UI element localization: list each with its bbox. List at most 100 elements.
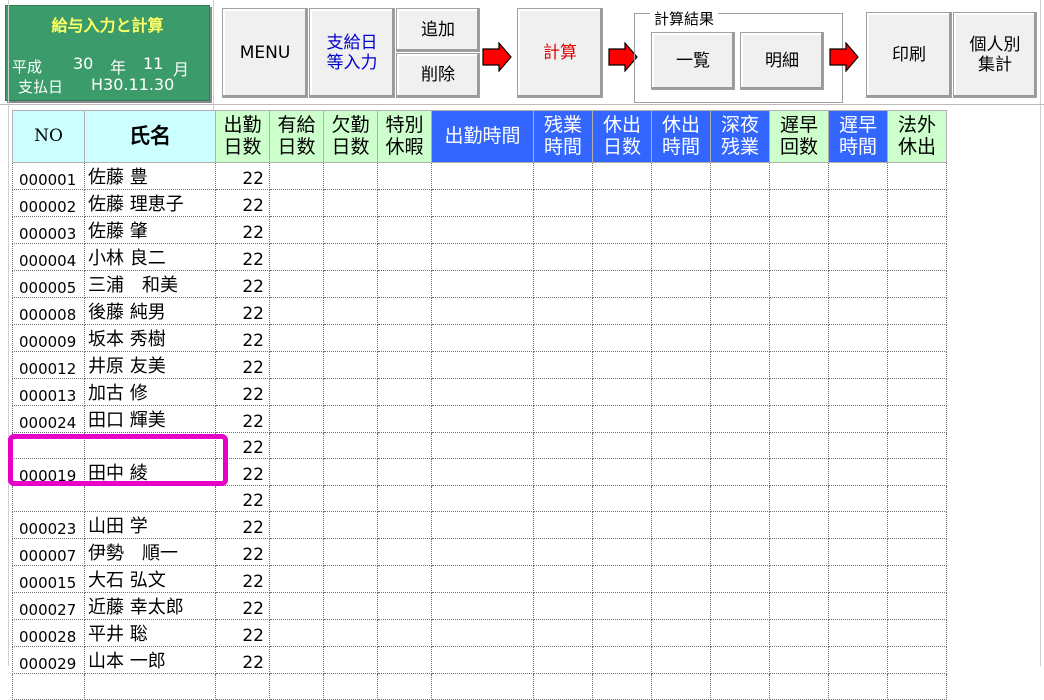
input-cell[interactable] xyxy=(828,351,888,379)
input-cell[interactable] xyxy=(828,243,888,271)
input-cell[interactable] xyxy=(651,538,711,566)
input-cell[interactable] xyxy=(533,485,593,512)
input-cell[interactable] xyxy=(377,646,432,674)
input-cell[interactable] xyxy=(710,378,770,406)
input-cell[interactable] xyxy=(533,646,593,674)
table-row[interactable]: 000013 加古 修 22 xyxy=(12,378,977,406)
input-cell[interactable] xyxy=(651,351,711,379)
input-cell[interactable] xyxy=(269,270,324,298)
table-row[interactable]: 000001 佐藤 豊 22 xyxy=(12,162,977,190)
input-cell[interactable] xyxy=(592,619,652,647)
input-cell[interactable] xyxy=(431,270,534,298)
table-row[interactable]: 000028 平井 聡 22 xyxy=(12,619,977,647)
work-days-cell[interactable]: 22 xyxy=(215,592,270,620)
input-cell[interactable] xyxy=(710,511,770,539)
input-cell[interactable] xyxy=(269,565,324,593)
input-cell[interactable] xyxy=(269,619,324,647)
input-cell[interactable] xyxy=(887,189,947,217)
input-cell[interactable] xyxy=(710,458,770,486)
input-cell[interactable] xyxy=(377,619,432,647)
input-cell[interactable] xyxy=(828,565,888,593)
list-button[interactable]: 一覧 xyxy=(651,32,735,90)
input-cell[interactable] xyxy=(887,619,947,647)
input-cell[interactable] xyxy=(887,458,947,486)
calc-button[interactable]: 計算 xyxy=(517,8,603,98)
input-cell[interactable] xyxy=(431,485,534,512)
input-cell[interactable] xyxy=(431,162,534,190)
input-cell[interactable] xyxy=(592,673,652,700)
input-cell[interactable] xyxy=(377,458,432,486)
input-cell[interactable] xyxy=(710,189,770,217)
table-row[interactable]: 000024 田口 輝美 22 xyxy=(12,405,977,433)
input-cell[interactable] xyxy=(323,538,378,566)
table-row[interactable]: 000008 後藤 純男 22 xyxy=(12,297,977,325)
input-cell[interactable] xyxy=(887,646,947,674)
input-cell[interactable] xyxy=(323,216,378,244)
input-cell[interactable] xyxy=(592,405,652,433)
input-cell[interactable] xyxy=(710,619,770,647)
input-cell[interactable] xyxy=(769,243,829,271)
input-cell[interactable] xyxy=(710,162,770,190)
year-value[interactable]: 30 xyxy=(73,54,93,73)
input-cell[interactable] xyxy=(431,511,534,539)
input-cell[interactable] xyxy=(592,485,652,512)
input-cell[interactable] xyxy=(431,243,534,271)
input-cell[interactable] xyxy=(592,511,652,539)
input-cell[interactable] xyxy=(828,511,888,539)
input-cell[interactable] xyxy=(323,351,378,379)
table-row[interactable]: 000015 大石 弘文 22 xyxy=(12,565,977,593)
work-days-cell[interactable]: 22 xyxy=(215,297,270,325)
input-cell[interactable] xyxy=(769,162,829,190)
month-value[interactable]: 11 xyxy=(143,54,163,73)
input-cell[interactable] xyxy=(533,511,593,539)
input-cell[interactable] xyxy=(533,673,593,700)
input-cell[interactable] xyxy=(710,243,770,271)
input-cell[interactable] xyxy=(651,378,711,406)
input-cell[interactable] xyxy=(592,432,652,459)
add-button[interactable]: 追加 xyxy=(396,8,480,52)
input-cell[interactable] xyxy=(323,511,378,539)
input-cell[interactable] xyxy=(828,378,888,406)
work-days-cell[interactable]: 22 xyxy=(215,619,270,647)
table-row[interactable]: 000027 近藤 幸太郎 22 xyxy=(12,592,977,620)
table-row[interactable]: 000023 山田 学 22 xyxy=(12,511,977,539)
input-cell[interactable] xyxy=(533,592,593,620)
work-days-cell[interactable]: 22 xyxy=(215,351,270,379)
input-cell[interactable] xyxy=(710,216,770,244)
input-cell[interactable] xyxy=(651,592,711,620)
pay-date-input-button[interactable]: 支給日 等入力 xyxy=(309,8,395,98)
input-cell[interactable] xyxy=(710,538,770,566)
input-cell[interactable] xyxy=(533,324,593,352)
table-row[interactable]: 22 xyxy=(12,485,977,512)
input-cell[interactable] xyxy=(828,324,888,352)
input-cell[interactable] xyxy=(769,511,829,539)
input-cell[interactable] xyxy=(887,162,947,190)
input-cell[interactable] xyxy=(431,619,534,647)
input-cell[interactable] xyxy=(828,458,888,486)
table-row[interactable]: 000012 井原 友美 22 xyxy=(12,351,977,379)
input-cell[interactable] xyxy=(769,565,829,593)
input-cell[interactable] xyxy=(592,243,652,271)
menu-button[interactable]: MENU xyxy=(222,8,308,98)
input-cell[interactable] xyxy=(828,538,888,566)
personal-summary-button[interactable]: 個人別 集計 xyxy=(953,12,1037,98)
input-cell[interactable] xyxy=(887,592,947,620)
input-cell[interactable] xyxy=(651,162,711,190)
input-cell[interactable] xyxy=(323,458,378,486)
input-cell[interactable] xyxy=(710,565,770,593)
input-cell[interactable] xyxy=(323,324,378,352)
input-cell[interactable] xyxy=(651,619,711,647)
input-cell[interactable] xyxy=(828,619,888,647)
input-cell[interactable] xyxy=(377,351,432,379)
input-cell[interactable] xyxy=(651,673,711,700)
input-cell[interactable] xyxy=(431,592,534,620)
input-cell[interactable] xyxy=(828,189,888,217)
input-cell[interactable] xyxy=(710,351,770,379)
work-days-cell[interactable]: 22 xyxy=(215,565,270,593)
input-cell[interactable] xyxy=(431,189,534,217)
input-cell[interactable] xyxy=(828,432,888,459)
input-cell[interactable] xyxy=(592,216,652,244)
input-cell[interactable] xyxy=(377,592,432,620)
input-cell[interactable] xyxy=(533,458,593,486)
input-cell[interactable] xyxy=(651,297,711,325)
